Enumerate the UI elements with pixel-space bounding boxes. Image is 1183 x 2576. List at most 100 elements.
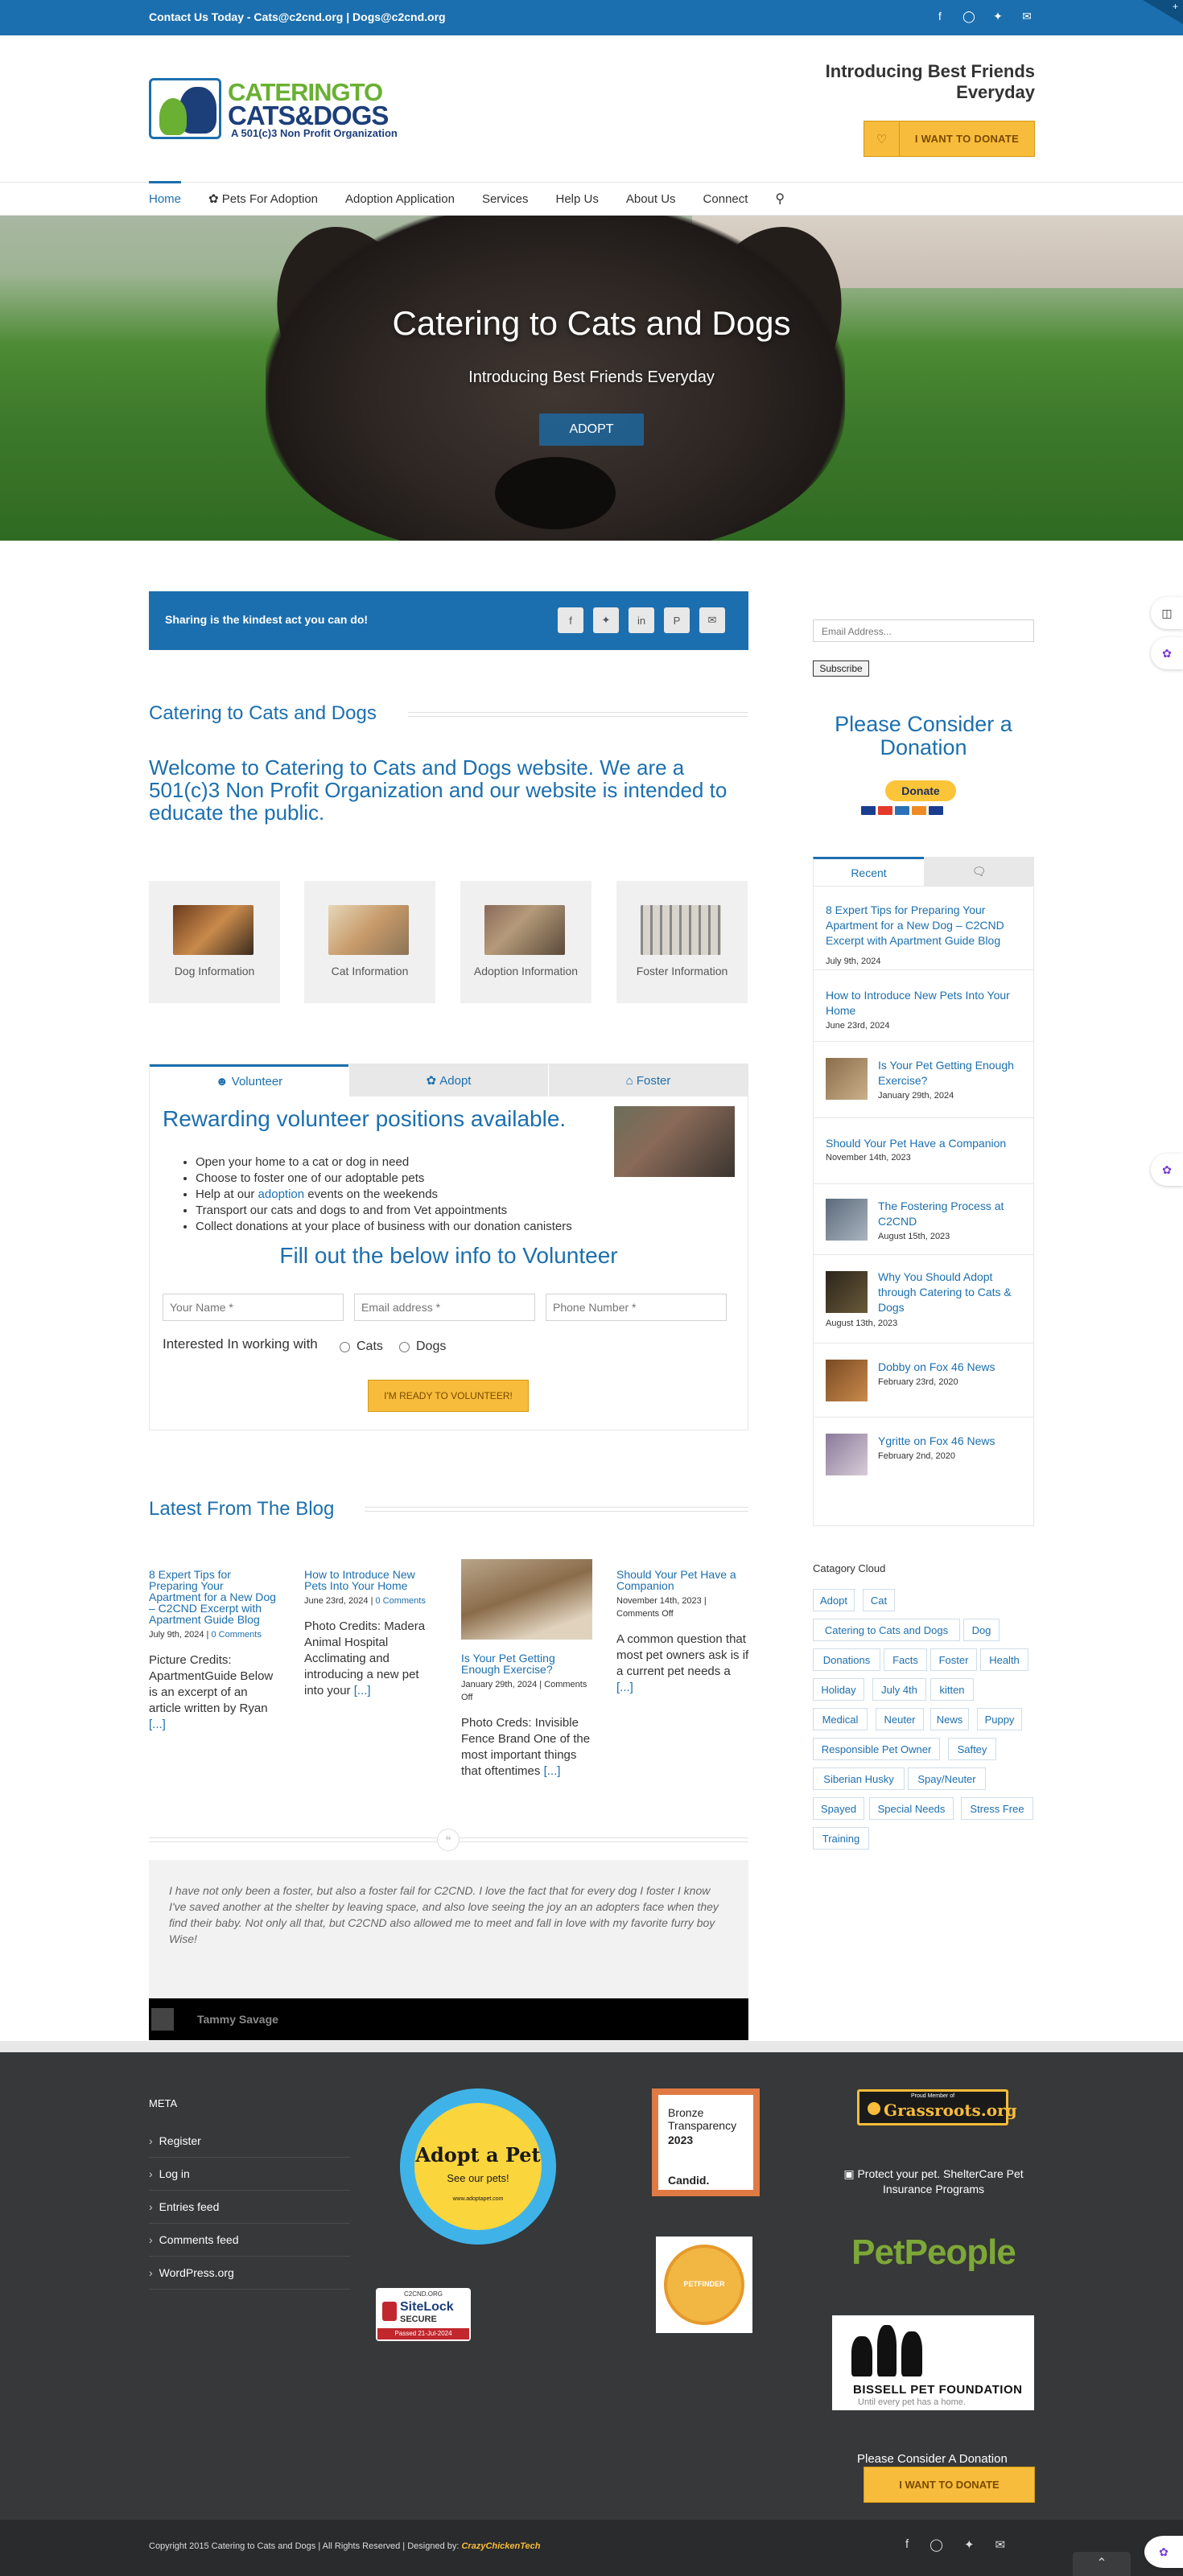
list-item[interactable]: Why You Should Adopt through Catering to… xyxy=(814,1255,1033,1344)
facebook-icon[interactable]: f xyxy=(905,2537,909,2552)
sheltercare-link[interactable]: ▣ Protect your pet. ShelterCare Pet Insu… xyxy=(829,2167,1038,2197)
category-tag[interactable]: Catering to Cats and Dogs xyxy=(813,1619,960,1641)
card-cat-info[interactable]: Cat Information xyxy=(304,881,435,1003)
list-item[interactable]: The Fostering Process at C2CND August 15… xyxy=(814,1184,1033,1255)
read-more-link[interactable]: [...] xyxy=(354,1684,371,1697)
search-icon[interactable]: ⚲ xyxy=(775,183,785,215)
name-field[interactable] xyxy=(163,1294,344,1321)
pinterest-icon[interactable]: P xyxy=(664,607,690,633)
category-tag[interactable]: Facts xyxy=(884,1648,927,1671)
footer-link-entries[interactable]: Entries feed xyxy=(149,2191,350,2224)
brain-icon[interactable]: ✿ xyxy=(1151,1154,1183,1186)
card-dog-info[interactable]: Dog Information xyxy=(149,881,280,1003)
phone-field[interactable] xyxy=(546,1294,727,1321)
recent-post-title[interactable]: Why You Should Adopt through Catering to… xyxy=(878,1269,1023,1315)
recent-post-title[interactable]: Should Your Pet Have a Companion xyxy=(826,1136,1027,1151)
list-item[interactable]: Should Your Pet Have a Companion Novembe… xyxy=(814,1118,1033,1184)
nav-services[interactable]: Services xyxy=(482,183,529,215)
linkedin-icon[interactable]: in xyxy=(629,607,654,633)
subscribe-button[interactable]: Subscribe xyxy=(813,660,869,677)
email-cats-link[interactable]: Cats@c2cnd.org xyxy=(254,10,343,23)
tab-volunteer[interactable]: ☻ Volunteer xyxy=(150,1064,348,1097)
nav-adoption-application[interactable]: Adoption Application xyxy=(345,183,455,215)
sitelock-badge[interactable]: C2CND.ORG SiteLock SECURE Passed 21-Jul-… xyxy=(376,2288,471,2341)
list-item[interactable]: Dobby on Fox 46 News February 23rd, 2020 xyxy=(814,1344,1033,1418)
tab-foster[interactable]: ⌂ Foster xyxy=(548,1064,748,1097)
petpeople-logo[interactable]: PetPeople xyxy=(829,2232,1038,2273)
nav-connect[interactable]: Connect xyxy=(703,183,748,215)
nav-pets-for-adoption[interactable]: ✿ Pets For Adoption xyxy=(208,183,318,215)
category-tag[interactable]: Donations xyxy=(813,1648,880,1671)
recent-post-title[interactable]: Dobby on Fox 46 News xyxy=(878,1360,1023,1375)
email-dogs-link[interactable]: Dogs@c2cnd.org xyxy=(352,10,446,23)
brain-icon[interactable]: ✿ xyxy=(1151,637,1183,669)
email-field[interactable] xyxy=(354,1294,535,1321)
candid-badge[interactable]: Bronze Transparency 2023 Candid. xyxy=(652,2088,760,2196)
list-item[interactable]: 8 Expert Tips for Preparing Your Apartme… xyxy=(814,887,1033,970)
twitter-icon[interactable]: ✦ xyxy=(593,607,619,633)
category-tag[interactable]: Adopt xyxy=(813,1589,855,1611)
recent-post-title[interactable]: Is Your Pet Getting Enough Exercise? xyxy=(878,1058,1023,1088)
footer-link-wordpress[interactable]: WordPress.org xyxy=(149,2257,350,2290)
category-tag[interactable]: Cat xyxy=(863,1589,895,1611)
blog-post-title[interactable]: How to Introduce New Pets Into Your Home xyxy=(304,1569,437,1591)
instagram-icon[interactable]: ◯ xyxy=(930,2537,943,2552)
blog-post-image[interactable] xyxy=(461,1559,592,1640)
recent-post-title[interactable]: The Fostering Process at C2CND xyxy=(878,1199,1023,1229)
nav-help-us[interactable]: Help Us xyxy=(555,183,598,215)
recent-post-title[interactable]: Ygritte on Fox 46 News xyxy=(878,1434,1023,1449)
envelope-icon[interactable]: ✉ xyxy=(995,2537,1006,2552)
category-tag[interactable]: Spay/Neuter xyxy=(908,1767,986,1790)
reader-icon[interactable]: ◫ xyxy=(1151,597,1183,629)
category-tag[interactable]: Siberian Husky xyxy=(813,1767,905,1790)
site-logo[interactable]: CATERINGTO CATS&DOGS A 501(c)3 Non Profi… xyxy=(149,76,414,142)
category-tag[interactable]: Medical xyxy=(813,1708,868,1730)
radio-dogs[interactable]: Dogs xyxy=(399,1339,446,1354)
paypal-donate-button[interactable]: Donate xyxy=(885,780,956,801)
read-more-link[interactable]: [...] xyxy=(544,1764,561,1778)
category-tag[interactable]: Dog xyxy=(963,1619,1000,1641)
twitter-icon[interactable]: ✦ xyxy=(991,10,1004,23)
volunteer-submit-button[interactable]: I'M READY TO VOLUNTEER! xyxy=(368,1380,529,1412)
category-tag[interactable]: Foster xyxy=(930,1648,977,1671)
instagram-icon[interactable]: ◯ xyxy=(962,10,975,23)
category-tag[interactable]: Spayed xyxy=(813,1797,864,1820)
newsletter-email-input[interactable]: Email Address... xyxy=(813,619,1034,642)
recent-post-title[interactable]: How to Introduce New Pets Into Your Home xyxy=(826,988,1027,1018)
blog-post-title[interactable]: Should Your Pet Have a Companion xyxy=(616,1569,749,1591)
brain-icon[interactable]: ✿ xyxy=(1144,2536,1183,2568)
envelope-icon[interactable]: ✉ xyxy=(699,607,725,633)
nav-home[interactable]: Home xyxy=(149,181,182,215)
category-tag[interactable]: Responsible Pet Owner xyxy=(813,1738,940,1760)
read-more-link[interactable]: [...] xyxy=(149,1718,166,1731)
donate-button-header[interactable]: ♡ I WANT TO DONATE xyxy=(864,121,1035,157)
nav-about-us[interactable]: About Us xyxy=(626,183,676,215)
petfinder-badge[interactable]: PETFINDER xyxy=(656,2237,752,2333)
footer-link-comments[interactable]: Comments feed xyxy=(149,2224,350,2257)
category-tag[interactable]: Puppy xyxy=(977,1708,1022,1730)
footer-link-register[interactable]: Register xyxy=(149,2125,350,2158)
radio-cats[interactable]: Cats xyxy=(340,1339,383,1354)
bissell-logo[interactable]: BISSELL PET FOUNDATION Until every pet h… xyxy=(832,2315,1034,2410)
grassroots-badge[interactable]: Proud Member of Grassroots.org xyxy=(857,2089,1017,2125)
category-tag[interactable]: Holiday xyxy=(813,1678,864,1701)
category-tag[interactable]: Special Needs xyxy=(869,1797,954,1820)
hero-adopt-button[interactable]: ADOPT xyxy=(539,414,644,446)
category-tag[interactable]: Saftey xyxy=(948,1738,996,1760)
category-tag[interactable]: Neuter xyxy=(876,1708,924,1730)
list-item[interactable]: How to Introduce New Pets Into Your Home… xyxy=(814,970,1033,1042)
list-item[interactable]: Is Your Pet Getting Enough Exercise? Jan… xyxy=(814,1042,1033,1118)
adopt-a-pet-badge[interactable]: Adopt a Pet See our pets! www.adoptapet.… xyxy=(400,2088,556,2245)
tab-comments[interactable]: 🗨 xyxy=(924,857,1034,886)
blog-post-title[interactable]: Is Your Pet Getting Enough Exercise? xyxy=(461,1652,594,1675)
category-tag[interactable]: July 4th xyxy=(872,1678,926,1701)
card-foster-info[interactable]: Foster Information xyxy=(616,881,748,1003)
category-tag[interactable]: kitten xyxy=(930,1678,974,1701)
tab-adopt[interactable]: ✿ Adopt xyxy=(348,1064,548,1097)
list-item[interactable]: Ygritte on Fox 46 News February 2nd, 202… xyxy=(814,1418,1033,1492)
tab-recent[interactable]: Recent xyxy=(813,857,924,886)
blog-post-title[interactable]: 8 Expert Tips for Preparing Your Apartme… xyxy=(149,1569,278,1625)
blog-post-comments[interactable]: 0 Comments xyxy=(376,1596,426,1606)
envelope-icon[interactable]: ✉ xyxy=(1020,10,1033,23)
donate-button-footer[interactable]: I WANT TO DONATE xyxy=(864,2467,1035,2503)
